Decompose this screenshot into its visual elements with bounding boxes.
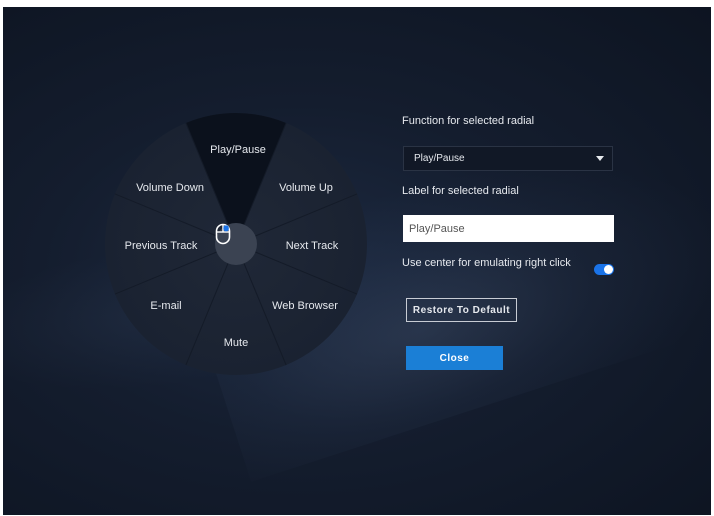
close-button[interactable]: Close [406, 346, 503, 370]
right-click-label: Use center for emulating right click [402, 257, 571, 269]
label-input[interactable] [403, 215, 614, 242]
slice-play-pause[interactable]: Play/Pause [210, 144, 266, 156]
radial-menu: Play/Pause Volume Up Next Track Web Brow… [105, 113, 367, 375]
function-label: Function for selected radial [402, 115, 535, 127]
slice-previous-track[interactable]: Previous Track [125, 240, 198, 252]
restore-default-button[interactable]: Restore To Default [406, 298, 517, 322]
right-click-toggle[interactable] [594, 264, 614, 275]
slice-mute[interactable]: Mute [224, 337, 248, 349]
slice-next-track[interactable]: Next Track [286, 240, 339, 252]
radial-center-button[interactable] [215, 223, 257, 265]
radial-menu-settings-screen: Play/Pause Volume Up Next Track Web Brow… [3, 7, 711, 515]
toggle-knob [604, 265, 613, 274]
label-field-label: Label for selected radial [402, 185, 519, 197]
function-dropdown-value: Play/Pause [414, 153, 465, 164]
slice-web-browser[interactable]: Web Browser [272, 300, 338, 312]
slice-volume-up[interactable]: Volume Up [279, 182, 333, 194]
mouse-icon [215, 223, 231, 245]
slice-email[interactable]: E-mail [150, 300, 181, 312]
chevron-down-icon [596, 156, 604, 161]
function-dropdown[interactable]: Play/Pause [403, 146, 613, 171]
slice-volume-down[interactable]: Volume Down [136, 182, 204, 194]
